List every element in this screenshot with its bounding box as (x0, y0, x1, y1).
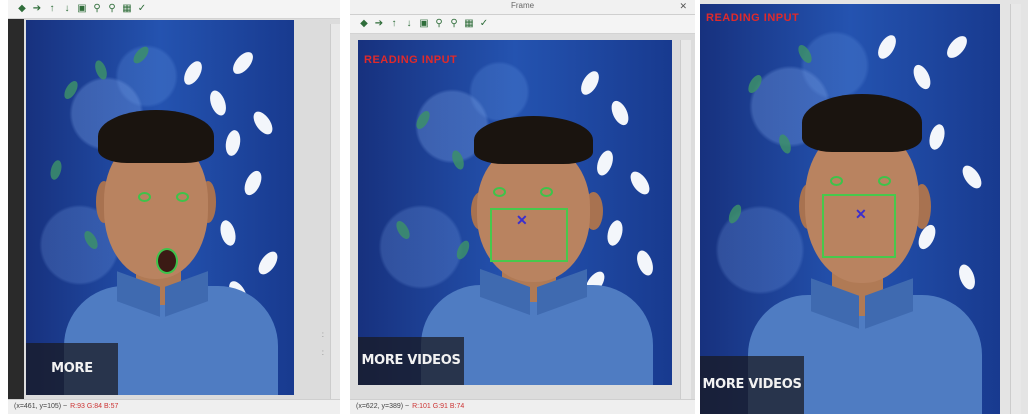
mode-label: READING INPUT (364, 54, 458, 66)
properties-icon[interactable]: ✓ (136, 3, 148, 15)
more-videos-button[interactable]: MORE VIDEOS (358, 337, 464, 385)
pan-right-icon[interactable]: ➔ (31, 3, 43, 15)
video-frame: ✕ READING INPUT MORE VIDEOS (358, 40, 672, 385)
pan-right-icon[interactable]: ➔ (373, 18, 385, 30)
mouth-landmark (156, 248, 178, 274)
more-videos-button[interactable]: MORE VIDEOS (700, 356, 804, 414)
cursor-coords: (x=461, y=105) ~ (14, 403, 68, 410)
pan-left-icon[interactable]: ◆ (16, 3, 28, 15)
close-icon[interactable]: ✕ (679, 1, 687, 12)
hair (474, 115, 594, 165)
eye-landmark-right (540, 187, 553, 197)
side-markers: :: (321, 330, 324, 357)
save-icon[interactable]: ▣ (418, 18, 430, 30)
cursor-coords: (x=622, y=389) ~ (356, 403, 410, 410)
face-detection-box (822, 194, 896, 258)
zoom-fit-icon[interactable]: ▦ (121, 3, 133, 15)
hair (802, 94, 922, 152)
zoom-out-icon[interactable]: ⚲ (448, 18, 460, 30)
pixel-value: R:93 G:84 B:57 (70, 403, 119, 410)
video-frame: ✕ READING INPUT MORE VIDEOS (700, 4, 1000, 414)
mode-label: READING INPUT (706, 12, 800, 24)
eye-landmark-left (493, 187, 506, 197)
pan-up-icon[interactable]: ↑ (46, 3, 58, 15)
video-panel-3: ✕ READING INPUT MORE VIDEOS (700, 0, 1028, 414)
pan-down-icon[interactable]: ↓ (61, 3, 73, 15)
scrollbar[interactable] (680, 40, 691, 400)
eye-landmark-right (176, 192, 189, 202)
eye-landmark-right (878, 176, 891, 186)
eye-landmark-left (830, 176, 843, 186)
scrollbar[interactable] (330, 24, 340, 400)
window-title: Frame (510, 1, 535, 10)
eye-landmark-left (138, 192, 151, 202)
video-panel-1: ◆ ➔ ↑ ↓ ▣ ⚲ ⚲ ▦ ✓ MORE VIDEOS (8, 0, 340, 414)
window-edge (8, 0, 24, 414)
zoom-fit-icon[interactable]: ▦ (463, 18, 475, 30)
save-icon[interactable]: ▣ (76, 3, 88, 15)
face-detection-box (490, 208, 568, 262)
video-panel-2: Frame ✕ ◆ ➔ ↑ ↓ ▣ ⚲ ⚲ ▦ ✓ ✕ READING INPU… (350, 0, 695, 414)
title-bar: Frame ✕ (350, 0, 695, 15)
zoom-in-icon[interactable]: ⚲ (433, 18, 445, 30)
status-bar: (x=622, y=389) ~ R:101 G:91 B:74 (350, 399, 695, 414)
toolbar: ◆ ➔ ↑ ↓ ▣ ⚲ ⚲ ▦ ✓ (8, 0, 340, 19)
pan-down-icon[interactable]: ↓ (403, 18, 415, 30)
status-bar: (x=461, y=105) ~ R:93 G:84 B:57 (8, 399, 340, 414)
more-videos-button[interactable]: MORE VIDEOS (26, 343, 118, 395)
pan-left-icon[interactable]: ◆ (358, 18, 370, 30)
zoom-out-icon[interactable]: ⚲ (106, 3, 118, 15)
hair (98, 110, 214, 163)
toolbar: ◆ ➔ ↑ ↓ ▣ ⚲ ⚲ ▦ ✓ (350, 15, 695, 34)
video-frame: MORE VIDEOS (26, 20, 294, 395)
scrollbar[interactable] (1010, 4, 1021, 414)
zoom-in-icon[interactable]: ⚲ (91, 3, 103, 15)
pixel-value: R:101 G:91 B:74 (412, 403, 465, 410)
pan-up-icon[interactable]: ↑ (388, 18, 400, 30)
properties-icon[interactable]: ✓ (478, 18, 490, 30)
